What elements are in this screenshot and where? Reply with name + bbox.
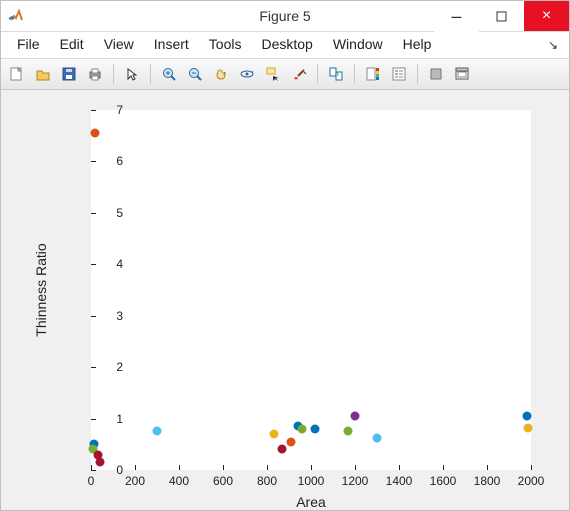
x-tick-label: 1200 [342,474,369,488]
y-tick-label: 2 [93,360,123,374]
legend-button[interactable] [387,62,411,86]
data-point[interactable] [153,427,162,436]
y-tick-mark [91,161,96,162]
menu-file[interactable]: File [7,32,50,58]
x-tick-label: 1600 [430,474,457,488]
menubar: File Edit View Insert Tools Desktop Wind… [1,32,569,59]
y-tick-label: 1 [93,412,123,426]
y-tick-mark [91,110,96,111]
titlebar: Figure 5 – × [1,1,569,32]
data-point[interactable] [298,424,307,433]
x-tick-label: 1800 [474,474,501,488]
data-point[interactable] [91,129,100,138]
data-point[interactable] [373,434,382,443]
hide-tools-button[interactable] [424,62,448,86]
toolbar [1,59,569,90]
menu-edit[interactable]: Edit [50,32,94,58]
menu-insert[interactable]: Insert [144,32,199,58]
x-axis-label: Area [296,494,326,510]
menu-tools[interactable]: Tools [199,32,252,58]
rotate-3d-button[interactable] [235,62,259,86]
zoom-in-button[interactable] [157,62,181,86]
edit-plot-button[interactable] [120,62,144,86]
y-tick-mark [91,470,96,471]
axes[interactable] [91,110,531,470]
y-tick-label: 4 [93,257,123,271]
menu-desktop[interactable]: Desktop [251,32,322,58]
y-tick-mark [91,367,96,368]
minimize-button[interactable]: – [434,1,479,39]
data-point[interactable] [95,458,104,467]
print-button[interactable] [83,62,107,86]
dock-button[interactable]: ↘ [543,32,563,58]
x-tick-label: 800 [257,474,277,488]
y-tick-label: 6 [93,154,123,168]
x-tick-label: 600 [213,474,233,488]
data-point[interactable] [522,412,531,421]
y-axis-label: Thinness Ratio [33,243,49,336]
link-plot-button[interactable] [324,62,348,86]
x-tick-label: 1400 [386,474,413,488]
colorbar-button[interactable] [361,62,385,86]
x-tick-mark [91,465,92,470]
x-tick-mark [135,465,136,470]
x-tick-mark [399,465,400,470]
y-tick-mark [91,264,96,265]
x-tick-label: 1000 [298,474,325,488]
save-button[interactable] [57,62,81,86]
data-point[interactable] [93,450,102,459]
data-cursor-button[interactable] [261,62,285,86]
x-tick-mark [223,465,224,470]
x-tick-mark [355,465,356,470]
figure-area[interactable]: Thinness Ratio Area 01234567020040060080… [1,90,569,510]
x-tick-mark [443,465,444,470]
zoom-out-button[interactable] [183,62,207,86]
y-tick-label: 7 [93,103,123,117]
figure-window: Figure 5 – × File Edit View Insert Tools… [0,0,570,511]
data-point[interactable] [351,412,360,421]
menu-view[interactable]: View [94,32,144,58]
y-tick-mark [91,316,96,317]
x-tick-label: 2000 [518,474,545,488]
data-point[interactable] [523,423,532,432]
x-tick-label: 400 [169,474,189,488]
data-point[interactable] [344,427,353,436]
y-tick-label: 5 [93,206,123,220]
data-point[interactable] [278,445,287,454]
open-button[interactable] [31,62,55,86]
x-tick-mark [531,465,532,470]
x-tick-mark [311,465,312,470]
maximize-button[interactable] [479,1,524,31]
pan-button[interactable] [209,62,233,86]
y-tick-mark [91,419,96,420]
menu-window[interactable]: Window [323,32,393,58]
show-tools-button[interactable] [450,62,474,86]
matlab-icon [7,7,25,25]
data-point[interactable] [311,424,320,433]
close-button[interactable]: × [524,1,569,31]
data-point[interactable] [287,437,296,446]
x-tick-label: 200 [125,474,145,488]
x-tick-label: 0 [88,474,95,488]
x-tick-mark [487,465,488,470]
x-tick-mark [267,465,268,470]
x-tick-mark [179,465,180,470]
brush-button[interactable] [287,62,311,86]
data-point[interactable] [269,430,278,439]
y-tick-label: 3 [93,309,123,323]
y-tick-mark [91,213,96,214]
window-controls: – × [434,1,569,31]
new-figure-button[interactable] [5,62,29,86]
